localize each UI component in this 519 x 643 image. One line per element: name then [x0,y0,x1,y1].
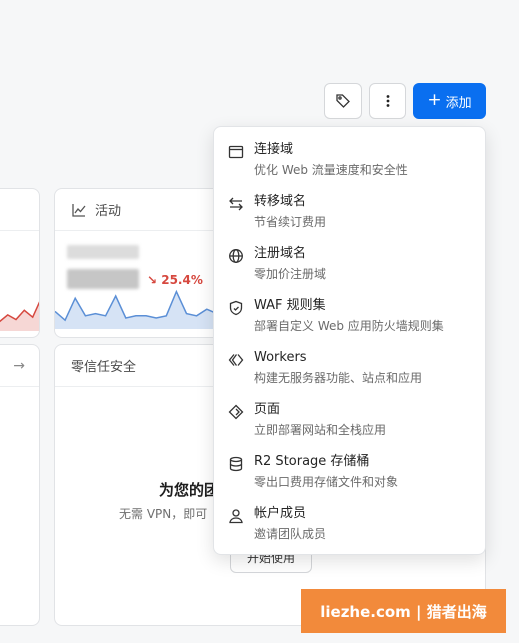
card-header: → [0,345,39,387]
left-sparkline [0,301,39,331]
menu-item-title: Workers [254,350,307,365]
menu-item-title: 转移域名 [254,194,307,209]
menu-item-desc: 零出口费用存储文件和对象 [254,475,399,489]
menu-item-title: 注册域名 [254,246,307,261]
arrow-right-icon[interactable]: → [13,358,25,374]
menu-item-connect-domain[interactable]: 连接域 优化 Web 流量速度和安全性 [214,137,485,189]
left-top-card [0,188,40,338]
add-button-label: 添加 [445,95,472,111]
card-header [0,189,39,231]
chart-line-icon [72,203,86,217]
shield-icon [229,300,243,316]
add-button[interactable]: + 添加 [413,83,486,119]
tag-icon [336,94,350,108]
blurred-text [67,245,139,259]
database-icon [229,456,243,472]
zero-trust-card-title: 零信任安全 [71,360,137,375]
watermark-banner: liezhe.com | 猎者出海 [301,589,506,633]
add-dropdown-menu: 连接域 优化 Web 流量速度和安全性 转移域名 节省续订费用 注册域名 零加价… [213,126,486,555]
transfer-arrows-icon [229,197,243,211]
pages-icon [228,404,244,420]
sparkline-area [55,291,225,329]
more-vertical-icon [386,95,389,107]
menu-item-desc: 节省续订费用 [254,215,327,229]
menu-item-title: R2 Storage 存储桶 [254,454,370,469]
menu-item-title: 连接域 [254,142,294,157]
workers-icon [228,354,244,366]
user-icon [229,509,243,524]
left-bottom-card: → [0,344,40,626]
activity-card-title: 活动 [95,204,122,219]
menu-item-title: WAF 规则集 [254,298,326,313]
menu-item-desc: 构建无服务器功能、站点和应用 [254,371,423,385]
menu-item-account-members[interactable]: 帐户成员 邀请团队成员 [214,501,485,553]
menu-item-desc: 零加价注册域 [254,267,327,281]
menu-item-title: 帐户成员 [254,506,307,521]
activity-card-header: 活动 [55,189,225,231]
plus-icon: + [427,90,442,110]
menu-item-r2-storage[interactable]: R2 Storage 存储桶 零出口费用存储文件和对象 [214,449,485,501]
menu-item-desc: 立即部署网站和全栈应用 [254,423,387,437]
menu-item-workers[interactable]: Workers 构建无服务器功能、站点和应用 [214,345,485,397]
menu-item-title: 页面 [254,402,281,417]
activity-card: 活动 ↘ 25.4% [54,188,226,338]
more-options-button[interactable] [369,83,406,119]
menu-item-waf-ruleset[interactable]: WAF 规则集 部署自定义 Web 应用防火墙规则集 [214,293,485,345]
zero-trust-heading: 为您的团 [159,481,220,499]
zero-trust-subtitle: 无需 VPN，即可 [119,507,208,521]
globe-icon [229,249,243,263]
menu-item-pages[interactable]: 页面 立即部署网站和全栈应用 [214,397,485,449]
menu-item-desc: 优化 Web 流量速度和安全性 [254,163,408,177]
menu-item-desc: 邀请团队成员 [254,527,327,541]
activity-sparkline [55,289,225,329]
menu-item-desc: 部署自定义 Web 应用防火墙规则集 [254,319,444,333]
browser-window-icon [228,145,244,159]
tag-button[interactable] [324,83,362,119]
menu-item-transfer-domain[interactable]: 转移域名 节省续订费用 [214,189,485,241]
menu-item-register-domain[interactable]: 注册域名 零加价注册域 [214,241,485,293]
